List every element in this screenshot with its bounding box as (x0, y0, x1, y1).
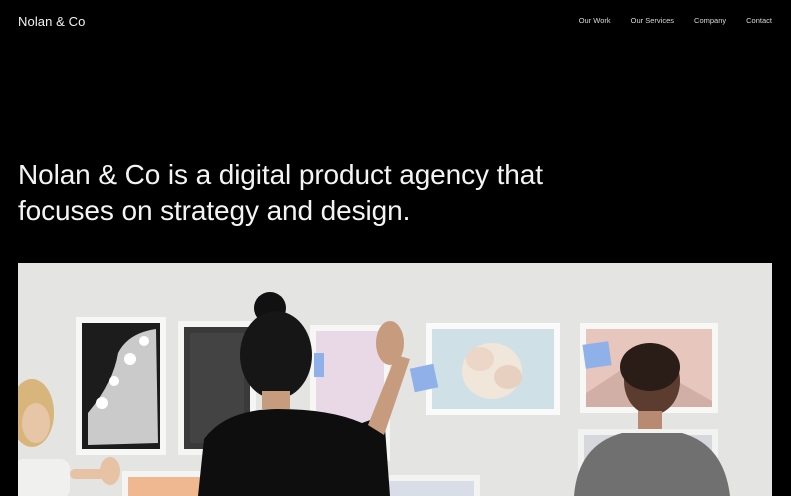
hero-heading: Nolan & Co is a digital product agency t… (18, 159, 543, 226)
main-nav: Our Work Our Services Company Contact (579, 16, 772, 25)
nav-link-our-work[interactable]: Our Work (579, 16, 611, 25)
hero-image (18, 263, 772, 496)
print-flowers (76, 317, 166, 455)
site-header: Nolan & Co Our Work Our Services Company… (0, 0, 791, 44)
nav-link-company[interactable]: Company (694, 16, 726, 25)
nav-link-our-services[interactable]: Our Services (631, 16, 674, 25)
sticky-note (409, 363, 439, 393)
nav-link-contact[interactable]: Contact (746, 16, 772, 25)
logo[interactable]: Nolan & Co (18, 14, 85, 29)
sticky-note (314, 353, 324, 377)
sticky-note (582, 341, 612, 369)
print-bouquet (426, 323, 560, 415)
hero-photo-illustration (18, 263, 772, 496)
